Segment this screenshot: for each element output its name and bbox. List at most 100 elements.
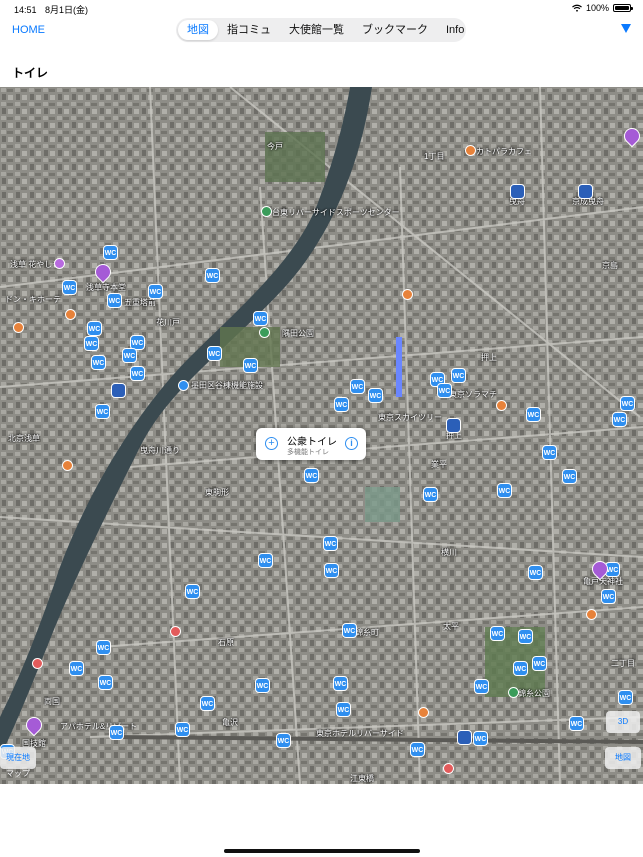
wc-marker[interactable]: WC — [518, 629, 533, 644]
poi-marker[interactable] — [259, 327, 270, 338]
wc-marker[interactable]: WC — [350, 379, 365, 394]
toilet-callout[interactable]: + 公衆トイレ 多機能トイレ i — [256, 428, 366, 460]
wc-marker[interactable]: WC — [175, 722, 190, 737]
wc-marker[interactable]: WC — [333, 676, 348, 691]
station-marker[interactable] — [111, 383, 126, 398]
station-marker[interactable] — [457, 730, 472, 745]
poi-marker[interactable] — [261, 206, 272, 217]
callout-subtitle: 多機能トイレ — [287, 449, 329, 456]
wc-marker[interactable]: WC — [497, 483, 512, 498]
home-indicator[interactable] — [224, 849, 420, 853]
wc-marker[interactable]: WC — [96, 640, 111, 655]
wc-marker[interactable]: WC — [253, 311, 268, 326]
wc-marker[interactable]: WC — [103, 245, 118, 260]
wc-marker[interactable]: WC — [258, 553, 273, 568]
3d-button[interactable]: 3D — [606, 711, 640, 733]
wc-marker[interactable]: WC — [334, 397, 349, 412]
poi-marker[interactable] — [508, 687, 519, 698]
wc-marker[interactable]: WC — [323, 536, 338, 551]
wc-marker[interactable]: WC — [207, 346, 222, 361]
wc-marker[interactable]: WC — [336, 702, 351, 717]
map-label: 横川 — [441, 548, 457, 557]
wc-marker[interactable]: WC — [255, 678, 270, 693]
tab-bookmarks[interactable]: ブックマーク — [353, 20, 437, 40]
nav-bar: HOME 地図 指コミュ 大使館一覧 ブックマーク Info — [0, 16, 643, 48]
station-marker[interactable] — [510, 184, 525, 199]
tab-info[interactable]: Info — [437, 20, 473, 40]
wc-marker[interactable]: WC — [542, 445, 557, 460]
wc-marker[interactable]: WC — [304, 468, 319, 483]
station-marker[interactable] — [446, 418, 461, 433]
home-button[interactable]: HOME — [12, 24, 45, 36]
wc-marker[interactable]: WC — [451, 368, 466, 383]
wc-marker[interactable]: WC — [368, 388, 383, 403]
poi-marker[interactable] — [586, 609, 597, 620]
wc-marker[interactable]: WC — [185, 584, 200, 599]
poi-marker[interactable] — [65, 309, 76, 320]
wc-marker[interactable]: WC — [122, 348, 137, 363]
map-label: 隅田公園 — [282, 329, 314, 338]
poi-marker[interactable] — [54, 258, 65, 269]
poi-marker[interactable] — [465, 145, 476, 156]
plus-circle-icon[interactable]: + — [265, 437, 278, 450]
tab-map[interactable]: 地図 — [178, 20, 218, 40]
wc-marker[interactable]: WC — [95, 404, 110, 419]
wc-marker[interactable]: WC — [569, 716, 584, 731]
wc-marker[interactable]: WC — [98, 675, 113, 690]
wc-marker[interactable]: WC — [148, 284, 163, 299]
map-type-button[interactable]: 地図 — [605, 747, 641, 769]
wc-marker[interactable]: WC — [205, 268, 220, 283]
wc-marker[interactable]: WC — [601, 589, 616, 604]
map-label: 花川戸 — [156, 318, 180, 327]
wc-marker[interactable]: WC — [91, 355, 106, 370]
current-location-button[interactable]: 現在地 — [0, 747, 36, 769]
poi-marker[interactable] — [496, 400, 507, 411]
wc-marker[interactable]: WC — [437, 383, 452, 398]
wc-marker[interactable]: WC — [618, 690, 633, 705]
map-label: 京島 — [602, 261, 618, 270]
info-icon[interactable]: i — [345, 437, 358, 450]
wc-marker[interactable]: WC — [562, 469, 577, 484]
poi-marker[interactable] — [402, 289, 413, 300]
poi-marker[interactable] — [32, 658, 43, 669]
filter-triangle-icon[interactable] — [621, 24, 631, 33]
wc-marker[interactable]: WC — [324, 563, 339, 578]
wc-marker[interactable]: WC — [342, 623, 357, 638]
wc-marker[interactable]: WC — [200, 696, 215, 711]
wc-marker[interactable]: WC — [526, 407, 541, 422]
wc-marker[interactable]: WC — [130, 366, 145, 381]
poi-marker[interactable] — [178, 380, 189, 391]
page-title: トイレ — [12, 66, 49, 80]
tab-embassies[interactable]: 大使館一覧 — [280, 20, 353, 40]
wc-marker[interactable]: WC — [410, 742, 425, 757]
wc-marker[interactable]: WC — [513, 661, 528, 676]
poi-marker[interactable] — [170, 626, 181, 637]
wc-marker[interactable]: WC — [620, 396, 635, 411]
wc-marker[interactable]: WC — [69, 661, 84, 676]
map-label: 二丁目 — [611, 659, 635, 668]
wc-marker[interactable]: WC — [612, 412, 627, 427]
wc-marker[interactable]: WC — [490, 626, 505, 641]
map-label: 東駒形 — [205, 488, 229, 497]
wc-marker[interactable]: WC — [243, 358, 258, 373]
poi-marker[interactable] — [13, 322, 24, 333]
poi-marker[interactable] — [62, 460, 73, 471]
map-label: 錦糸公園 — [518, 689, 550, 698]
wc-marker[interactable]: WC — [87, 321, 102, 336]
wc-marker[interactable]: WC — [528, 565, 543, 580]
poi-marker[interactable] — [443, 763, 454, 774]
wc-marker[interactable]: WC — [276, 733, 291, 748]
segmented-control: 地図 指コミュ 大使館一覧 ブックマーク Info — [176, 18, 466, 42]
wc-marker[interactable]: WC — [423, 487, 438, 502]
wc-marker[interactable]: WC — [84, 336, 99, 351]
wc-marker[interactable]: WC — [62, 280, 77, 295]
wc-marker[interactable]: WC — [474, 679, 489, 694]
poi-marker[interactable] — [418, 707, 429, 718]
tab-community[interactable]: 指コミュ — [218, 20, 280, 40]
station-marker[interactable] — [578, 184, 593, 199]
wc-marker[interactable]: WC — [473, 731, 488, 746]
wc-marker[interactable]: WC — [107, 293, 122, 308]
wc-marker[interactable]: WC — [109, 725, 124, 740]
map-view[interactable]: 今戸 台東リバーサイドスポーツセンター 1丁目 カトパラカフェ 曳舟 京成曳舟 … — [0, 87, 643, 784]
wc-marker[interactable]: WC — [532, 656, 547, 671]
